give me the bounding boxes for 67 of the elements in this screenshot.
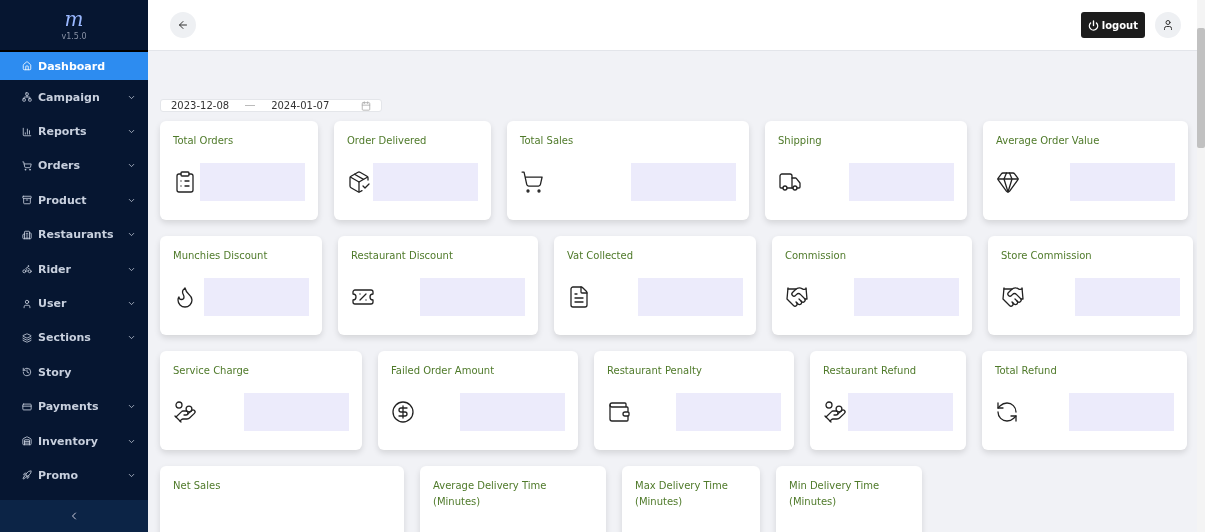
date-range-field[interactable]: 2023-12-08 2024-01-07 [160,99,382,112]
card-title: Vat Collected [567,249,635,263]
wallet-icon [607,399,631,424]
refresh-icon [995,399,1019,424]
sidebar-item[interactable]: Orders [0,148,148,184]
card-title: Shipping [778,134,823,148]
sidebar-item[interactable]: Restaurants [0,217,148,252]
box-check-icon [347,169,371,194]
sidebar-item[interactable]: Campaign [0,80,148,115]
logout-button[interactable]: logout [1080,12,1145,38]
diamond-icon [996,169,1020,194]
card-title: Max Delivery Time (Minutes) [635,479,729,509]
back-button[interactable] [170,12,196,38]
clipboard-icon [173,169,197,194]
sidebar-item[interactable]: Story [0,355,148,390]
cart-icon [520,169,544,194]
menu-item-icon [22,436,32,447]
menu-item-icon [22,92,32,103]
card-title: Restaurant Penalty [607,364,703,378]
sidebar-item[interactable]: Product [0,183,148,218]
card-title: Restaurant Refund [823,364,918,378]
card-title: Total Sales [520,134,575,148]
chevron-icon [127,471,136,480]
card-title: Average Order Value [996,134,1101,148]
logo: m [64,9,84,29]
power-icon [1087,19,1099,31]
card-title: Net Sales [173,479,222,493]
user-avatar-button[interactable] [1155,12,1181,38]
menu-item-icon [22,126,32,137]
card-title: Commission [785,249,847,263]
hand-coins-icon [823,399,847,424]
menu-item-icon [22,195,32,206]
card-title: Average Delivery Time (Minutes) [433,479,548,509]
card-title: Total Orders [173,134,235,148]
handshake-icon [1001,284,1025,309]
menu-item-icon [22,470,32,481]
card-title: Munchies Discount [173,249,269,263]
sidebar-item[interactable]: Promo [0,458,148,493]
user-icon [1162,19,1174,31]
menu-item-icon [22,298,32,309]
sidebar-item[interactable]: Reports [0,114,148,149]
version-label: v1.5.0 [61,32,87,41]
sidebar-item[interactable]: Inventory [0,423,148,459]
calendar-icon [361,100,371,111]
card-title: Min Delivery Time (Minutes) [789,479,881,509]
menu-item-icon [22,229,32,240]
menu-item-icon [22,367,32,378]
card-title: Order Delivered [347,134,428,148]
menu-item-icon [22,332,32,343]
sidebar-item[interactable]: Rider [0,251,148,287]
menu-item-icon [22,61,32,71]
hand-coins-icon [173,399,197,424]
card-title: Restaurant Discount [351,249,454,263]
menu-item-icon [22,160,32,171]
sidebar-item[interactable]: User [0,286,148,321]
sidebar-item[interactable]: Payments [0,389,148,424]
dollar-icon [391,399,415,424]
sidebar-item[interactable]: Sections [0,320,148,356]
back-arrow-icon [177,19,189,31]
card-title: Failed Order Amount [391,364,496,378]
card-title: Service Charge [173,364,251,378]
document-icon [567,284,591,309]
handshake-icon [785,284,809,309]
card-title: Store Commission [1001,249,1093,263]
card-title: Total Refund [995,364,1058,378]
menu-item-icon [22,401,32,412]
menu-item-icon [22,264,32,275]
